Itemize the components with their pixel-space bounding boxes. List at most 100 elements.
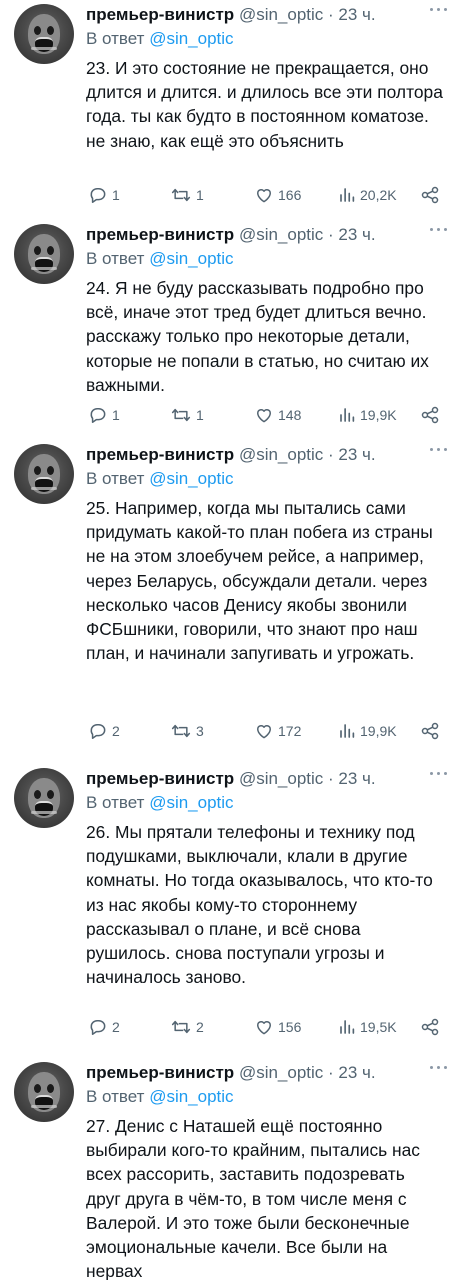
like-icon: [256, 725, 272, 739]
timestamp[interactable]: · 23 ч.: [328, 225, 376, 244]
reply-icon: [90, 188, 106, 203]
views-count: 19,5K: [360, 1019, 397, 1035]
avatar[interactable]: [14, 4, 74, 64]
tweet-header: премьер-винистр @sin_optic · 23 ч.: [86, 768, 428, 790]
more-icon[interactable]: [430, 448, 448, 462]
more-icon[interactable]: [430, 228, 448, 242]
reply-context: В ответ @sin_optic: [86, 792, 234, 814]
views-button[interactable]: 19,9K: [338, 720, 397, 742]
retweet-count: 1: [196, 407, 204, 423]
timestamp[interactable]: · 23 ч.: [328, 5, 376, 24]
avatar[interactable]: [14, 444, 74, 504]
tweet[interactable]: премьер-винистр @sin_optic · 23 ч. В отв…: [0, 768, 464, 1046]
author-name[interactable]: премьер-винистр: [86, 1063, 234, 1082]
reply-icon: [90, 408, 106, 423]
share-button[interactable]: [420, 404, 440, 426]
reply-icon: [90, 1020, 106, 1035]
reply-context: В ответ @sin_optic: [86, 28, 234, 50]
reply-count: 2: [112, 1019, 120, 1035]
retweet-icon: [171, 1020, 191, 1034]
action-bar: 1 1 166 20,2K: [86, 184, 446, 206]
like-count: 172: [278, 723, 302, 739]
reply-button[interactable]: 1: [88, 184, 120, 206]
more-icon[interactable]: [430, 8, 448, 22]
reply-handle-link[interactable]: @sin_optic: [149, 793, 233, 812]
views-count: 19,9K: [360, 723, 397, 739]
reply-count: 2: [112, 723, 120, 739]
retweet-button[interactable]: 1: [170, 404, 204, 426]
tweet[interactable]: премьер-винистр @sin_optic · 23 ч. В отв…: [0, 444, 464, 748]
reply-icon: [90, 724, 106, 739]
like-icon: [256, 1021, 272, 1035]
more-icon[interactable]: [430, 772, 448, 786]
author-handle[interactable]: @sin_optic: [239, 225, 323, 244]
author-handle[interactable]: @sin_optic: [239, 1063, 323, 1082]
share-icon: [421, 1018, 439, 1036]
reply-prefix: В ответ: [86, 29, 145, 48]
reply-prefix: В ответ: [86, 249, 145, 268]
retweet-button[interactable]: 3: [170, 720, 204, 742]
views-icon: [340, 1020, 355, 1034]
share-button[interactable]: [420, 184, 440, 206]
retweet-count: 2: [196, 1019, 204, 1035]
views-icon: [340, 188, 355, 202]
reply-prefix: В ответ: [86, 469, 145, 488]
author-name[interactable]: премьер-винистр: [86, 769, 234, 788]
reply-handle-link[interactable]: @sin_optic: [149, 469, 233, 488]
views-button[interactable]: 19,9K: [338, 404, 397, 426]
share-icon: [421, 186, 439, 204]
tweet[interactable]: премьер-винистр @sin_optic · 23 ч. В отв…: [0, 224, 464, 434]
like-button[interactable]: 156: [254, 1016, 301, 1038]
timestamp[interactable]: · 23 ч.: [328, 445, 376, 464]
views-button[interactable]: 19,5K: [338, 1016, 397, 1038]
tweet-text: 25. Например, когда мы пытались сами при…: [86, 498, 433, 664]
retweet-icon: [171, 408, 191, 422]
share-icon: [421, 722, 439, 740]
views-count: 19,9K: [360, 407, 397, 423]
reply-count: 1: [112, 187, 120, 203]
reply-button[interactable]: 2: [88, 720, 120, 742]
timestamp[interactable]: · 23 ч.: [328, 769, 376, 788]
more-icon[interactable]: [430, 1066, 448, 1080]
reply-prefix: В ответ: [86, 793, 145, 812]
author-handle[interactable]: @sin_optic: [239, 5, 323, 24]
retweet-icon: [171, 188, 191, 202]
like-button[interactable]: 148: [254, 404, 301, 426]
reply-button[interactable]: 2: [88, 1016, 120, 1038]
share-button[interactable]: [420, 720, 440, 742]
avatar[interactable]: [14, 768, 74, 828]
like-button[interactable]: 172: [254, 720, 301, 742]
reply-context: В ответ @sin_optic: [86, 1086, 234, 1108]
like-button[interactable]: 166: [254, 184, 301, 206]
reply-context: В ответ @sin_optic: [86, 468, 234, 490]
views-button[interactable]: 20,2K: [338, 184, 397, 206]
reply-handle-link[interactable]: @sin_optic: [149, 1087, 233, 1106]
avatar[interactable]: [14, 224, 74, 284]
timestamp[interactable]: · 23 ч.: [328, 1063, 376, 1082]
like-count: 166: [278, 187, 302, 203]
reply-handle-link[interactable]: @sin_optic: [149, 249, 233, 268]
reply-handle-link[interactable]: @sin_optic: [149, 29, 233, 48]
tweet-text: 27. Денис с Наташей ещё постоянно выбира…: [86, 1116, 421, 1280]
like-icon: [256, 189, 272, 203]
author-handle[interactable]: @sin_optic: [239, 769, 323, 788]
reply-button[interactable]: 1: [88, 404, 120, 426]
retweet-icon: [171, 724, 191, 738]
views-count: 20,2K: [360, 187, 397, 203]
author-name[interactable]: премьер-винистр: [86, 5, 234, 24]
retweet-count: 1: [196, 187, 204, 203]
author-handle[interactable]: @sin_optic: [239, 445, 323, 464]
author-name[interactable]: премьер-винистр: [86, 225, 234, 244]
author-name[interactable]: премьер-винистр: [86, 445, 234, 464]
tweet-header: премьер-винистр @sin_optic · 23 ч.: [86, 224, 428, 246]
retweet-button[interactable]: 2: [170, 1016, 204, 1038]
tweet[interactable]: премьер-винистр @sin_optic · 23 ч. В отв…: [0, 4, 464, 214]
tweet[interactable]: премьер-винистр @sin_optic · 23 ч. В отв…: [0, 1062, 464, 1280]
share-button[interactable]: [420, 1016, 440, 1038]
tweet-text: 23. И это состояние не прекращается, оно…: [86, 58, 443, 151]
retweet-button[interactable]: 1: [170, 184, 204, 206]
reply-count: 1: [112, 407, 120, 423]
action-bar: 2 2 156 19,5K: [86, 1016, 446, 1038]
reply-prefix: В ответ: [86, 1087, 145, 1106]
avatar[interactable]: [14, 1062, 74, 1122]
